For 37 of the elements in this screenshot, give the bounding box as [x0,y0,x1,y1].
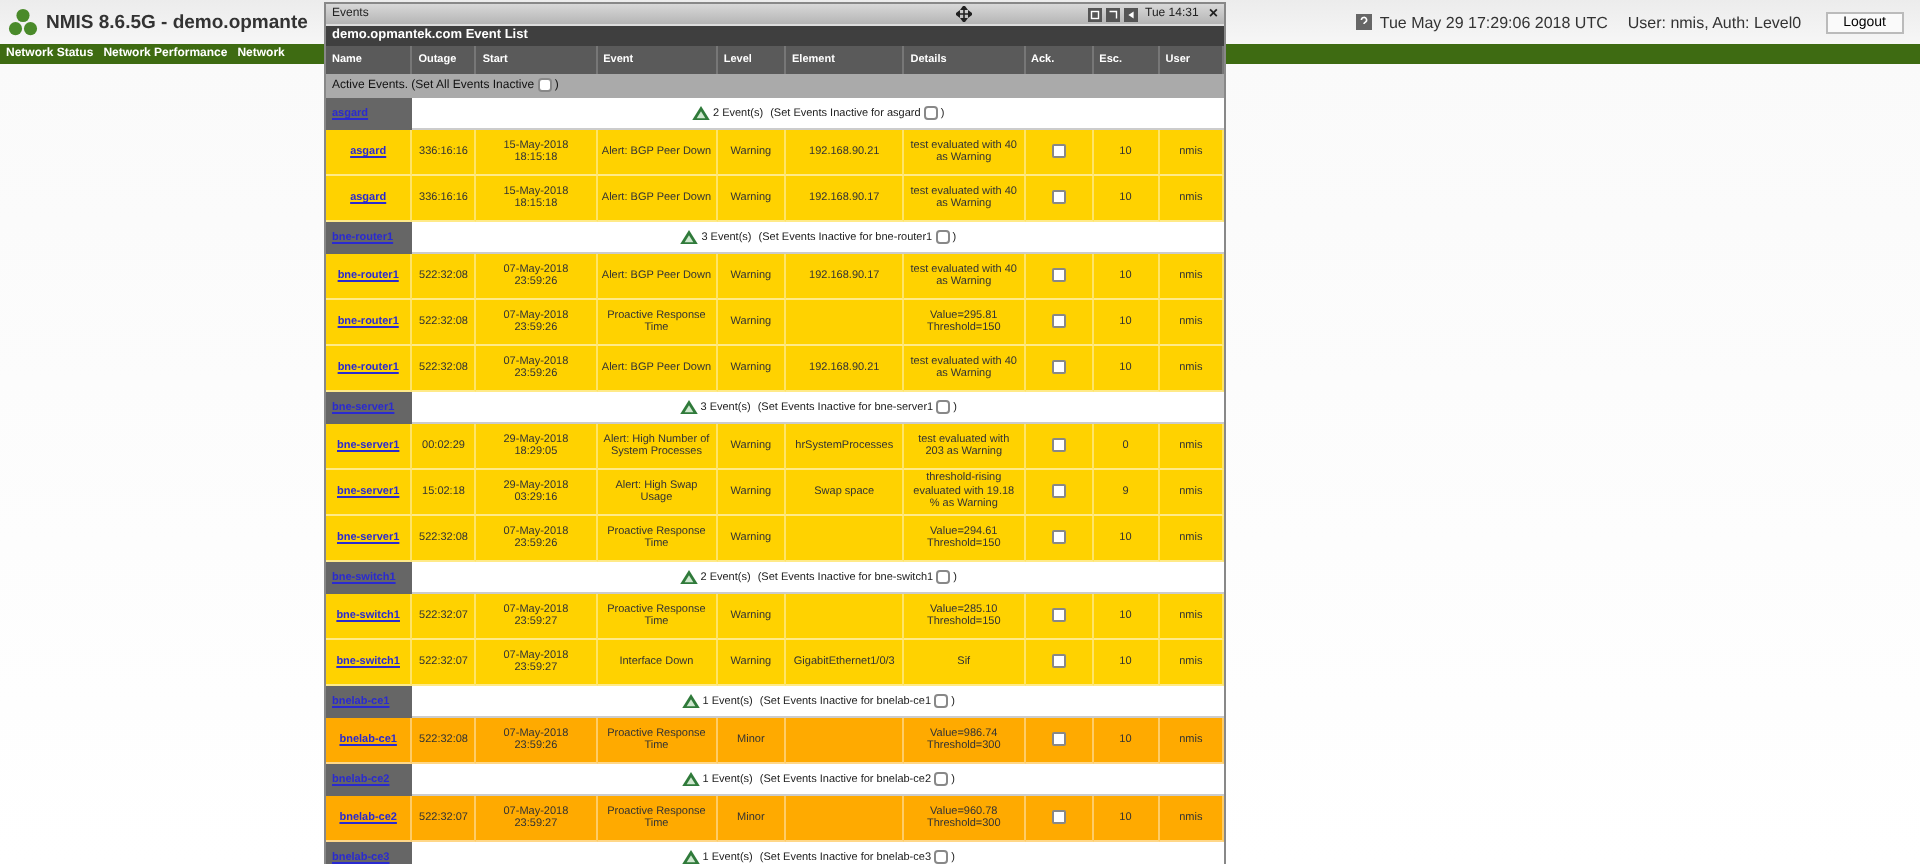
move-icon[interactable] [956,6,972,22]
window-button-icon[interactable] [1105,7,1120,21]
checkbox[interactable] [935,230,950,244]
ack-checkbox[interactable] [1051,484,1066,499]
checkbox[interactable] [934,850,949,864]
user-info: User: nmis, Auth: Level0 [1627,13,1802,31]
triangle-icon [681,850,700,864]
ack-checkbox[interactable] [1051,732,1066,747]
ack-checkbox[interactable] [1051,314,1066,329]
checkbox[interactable] [934,772,949,786]
checkbox[interactable] [936,570,951,584]
nodes-logo-icon [8,7,38,37]
triangle-icon [691,106,710,120]
triangle-icon [679,570,698,584]
ack-checkbox[interactable] [1051,360,1066,375]
checkbox[interactable] [936,400,951,414]
window-button-icon[interactable] [1087,7,1102,21]
ack-checkbox[interactable] [1051,438,1066,453]
back-arrow-icon[interactable] [1123,7,1138,21]
triangle-icon [679,400,698,414]
ack-checkbox[interactable] [1051,810,1066,825]
ack-checkbox[interactable] [1051,654,1066,669]
ack-checkbox[interactable] [1051,530,1066,545]
checkbox[interactable] [923,106,938,120]
triangle-icon [680,230,699,244]
checkbox[interactable] [537,78,552,93]
triangle-icon [681,772,700,786]
close-button[interactable]: × [1208,6,1218,22]
ack-checkbox[interactable] [1051,144,1066,159]
ack-checkbox[interactable] [1051,608,1066,623]
help-icon[interactable] [1355,14,1372,30]
app-title: NMIS 8.6.5G - demo.opmante [46,11,308,33]
checkbox[interactable] [934,694,949,708]
ack-checkbox[interactable] [1051,268,1066,283]
triangle-icon [681,694,700,708]
server-datetime: Tue May 29 17:29:06 2018 UTC [1379,13,1608,31]
ack-checkbox[interactable] [1051,190,1066,205]
